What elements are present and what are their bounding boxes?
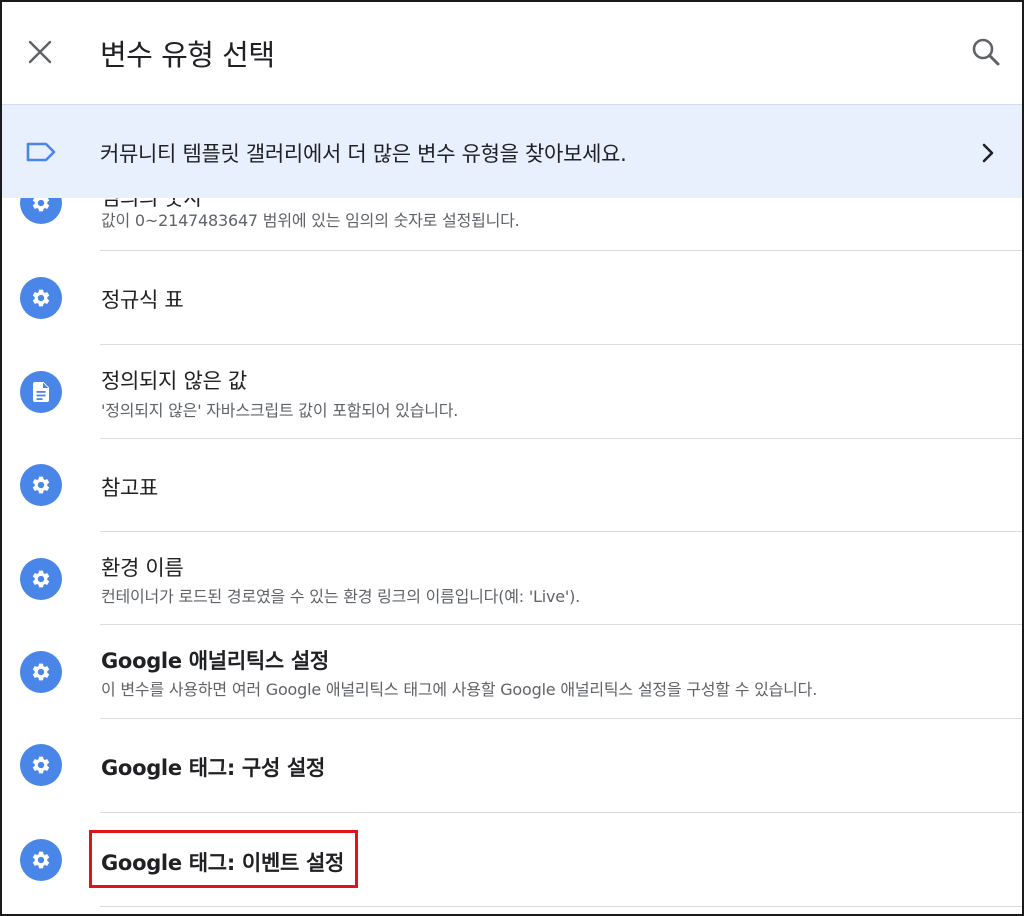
item-description: 값이 0~2147483647 범위에 있는 임의의 숫자로 설정됩니다. (101, 211, 520, 230)
community-gallery-banner[interactable]: 커뮤니티 템플릿 갤러리에서 더 많은 변수 유형을 찾아보세요. (2, 104, 1022, 198)
item-title: 참고표 (101, 476, 159, 500)
gear-icon (20, 651, 62, 693)
item-title: 환경 이름 (101, 556, 184, 580)
list-item-lookup-table[interactable]: 참고표 (2, 439, 1022, 531)
gear-icon (20, 277, 62, 319)
item-description: 이 변수를 사용하면 여러 Google 애널리틱스 태그에 사용할 Googl… (101, 680, 818, 699)
document-icon (20, 371, 62, 413)
list-item-google-tag-event[interactable]: Google 태그: 이벤트 설정 (2, 813, 1022, 906)
item-description: '정의되지 않은' 자바스크립트 값이 포함되어 있습니다. (101, 401, 459, 420)
gear-icon (20, 558, 62, 600)
list-item-google-tag-config[interactable]: Google 태그: 구성 설정 (2, 719, 1022, 812)
gear-icon (20, 839, 62, 881)
item-title: Google 태그: 이벤트 설정 (101, 851, 345, 875)
divider (100, 906, 1022, 907)
list-item-environment-name[interactable]: 환경 이름 컨테이너가 로드된 경로였을 수 있는 환경 링크의 이름입니다(예… (2, 532, 1022, 624)
label-tag-icon (24, 139, 58, 165)
list-item-ga-settings[interactable]: Google 애널리틱스 설정 이 변수를 사용하면 여러 Google 애널리… (2, 625, 1022, 718)
list-item-undefined-value[interactable]: 정의되지 않은 값 '정의되지 않은' 자바스크립트 값이 포함되어 있습니다. (2, 345, 1022, 438)
chevron-right-icon (977, 141, 999, 165)
gear-icon (20, 464, 62, 506)
item-title: Google 애널리틱스 설정 (101, 649, 329, 673)
banner-text: 커뮤니티 템플릿 갤러리에서 더 많은 변수 유형을 찾아보세요. (100, 142, 627, 166)
item-title: 정의되지 않은 값 (101, 369, 247, 393)
item-title: 정규식 표 (101, 288, 184, 312)
dialog-frame: 임의의 숫자 값이 0~2147483647 범위에 있는 임의의 숫자로 설정… (0, 0, 1024, 916)
item-title: Google 태그: 구성 설정 (101, 756, 326, 780)
gear-icon (20, 744, 62, 786)
item-description: 컨테이너가 로드된 경로였을 수 있는 환경 링크의 이름입니다(예: 'Liv… (101, 587, 581, 606)
list-item-regex-table[interactable]: 정규식 표 (2, 251, 1022, 344)
